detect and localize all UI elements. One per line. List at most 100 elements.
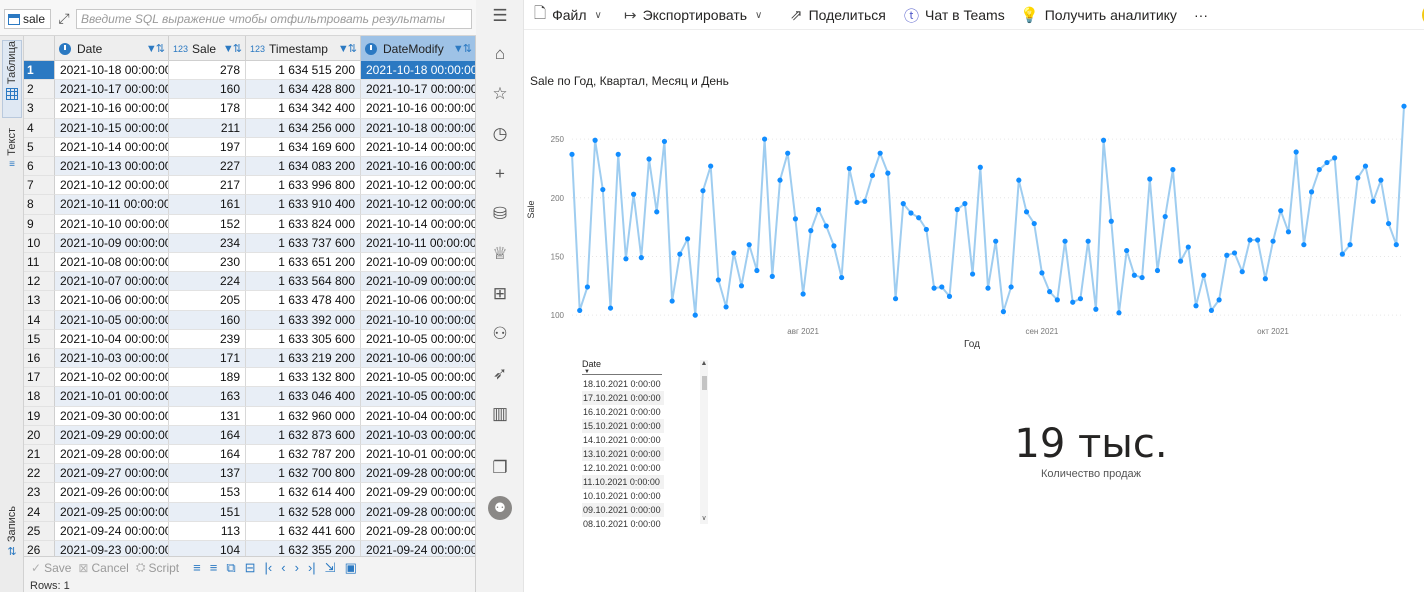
row-number-cell[interactable]: 19 xyxy=(24,406,55,426)
table-cell[interactable]: 1 632 614 400 xyxy=(246,483,361,503)
column-header-timestamp[interactable]: 123 Timestamp ▼⇅ xyxy=(246,36,361,61)
export-menu[interactable]: ↦ Экспортировать ∨ xyxy=(624,0,762,30)
column-header-datemodify[interactable]: DateModify ▼⇅ xyxy=(361,36,475,61)
table-cell[interactable]: 1 633 478 400 xyxy=(246,291,361,311)
data-point[interactable] xyxy=(1162,213,1168,220)
data-point[interactable] xyxy=(1193,303,1199,309)
table-cell[interactable]: 2021-10-12 00:00:00 xyxy=(55,176,169,196)
row-number-header[interactable] xyxy=(24,36,55,61)
data-point[interactable] xyxy=(761,136,768,142)
row-number-cell[interactable]: 13 xyxy=(24,291,55,311)
data-point[interactable] xyxy=(677,251,683,257)
table-cell[interactable]: 2021-09-24 00:00:00 xyxy=(361,541,475,556)
tab-table[interactable]: Таблица xyxy=(2,40,22,118)
table-cell[interactable]: 2021-09-23 00:00:00 xyxy=(55,541,169,556)
data-point[interactable] xyxy=(684,236,691,242)
table-cell[interactable]: 189 xyxy=(169,368,246,388)
datasets-icon[interactable]: ⛁ xyxy=(488,202,512,226)
data-point[interactable] xyxy=(700,188,706,194)
data-point[interactable] xyxy=(1270,238,1276,244)
table-cell[interactable]: 1 632 873 600 xyxy=(246,425,361,445)
table-cell[interactable]: 230 xyxy=(169,253,246,273)
data-point[interactable] xyxy=(1355,175,1361,181)
table-row[interactable]: 11 2021-10-08 00:00:00 230 1 633 651 200 202… xyxy=(24,253,475,273)
data-point[interactable] xyxy=(1054,297,1060,303)
table-cell[interactable]: 2021-10-10 00:00:00 xyxy=(55,214,169,234)
table-cell[interactable]: 1 633 737 600 xyxy=(246,233,361,253)
table-row[interactable]: 26 2021-09-23 00:00:00 104 1 632 355 200 202… xyxy=(24,541,475,556)
data-point[interactable] xyxy=(1201,272,1207,278)
data-point[interactable] xyxy=(1208,307,1215,314)
slicer-item[interactable]: 08.10.2021 0:00:00 xyxy=(582,517,664,531)
table-cell[interactable]: 2021-10-16 00:00:00 xyxy=(55,99,169,119)
filter-sort-icon[interactable]: ▼⇅ xyxy=(146,42,165,55)
data-point[interactable] xyxy=(1139,274,1145,281)
filter-sort-icon[interactable]: ▼⇅ xyxy=(338,42,357,55)
table-cell[interactable]: 234 xyxy=(169,233,246,253)
data-point[interactable] xyxy=(1224,252,1230,258)
table-cell[interactable]: 164 xyxy=(169,425,246,445)
table-cell[interactable]: 131 xyxy=(169,406,246,426)
data-point[interactable] xyxy=(692,312,698,318)
data-point[interactable] xyxy=(1070,299,1076,305)
table-name-chip[interactable]: sale xyxy=(4,9,52,29)
slicer-item[interactable]: 13.10.2021 0:00:00 xyxy=(582,447,664,461)
data-point[interactable] xyxy=(962,201,968,207)
data-point[interactable] xyxy=(923,226,929,233)
row-number-cell[interactable]: 10 xyxy=(24,233,55,253)
table-cell[interactable]: 104 xyxy=(169,541,246,556)
get-insights-button[interactable]: 💡 Получить аналитику xyxy=(1020,0,1177,30)
tab-text[interactable]: Текст ≡ xyxy=(2,128,22,184)
table-cell[interactable]: 2021-09-29 00:00:00 xyxy=(55,425,169,445)
data-point[interactable] xyxy=(862,198,868,204)
table-cell[interactable]: 2021-10-02 00:00:00 xyxy=(55,368,169,388)
table-cell[interactable]: 1 633 392 000 xyxy=(246,310,361,330)
table-cell[interactable]: 2021-10-05 00:00:00 xyxy=(361,368,475,388)
data-point[interactable] xyxy=(1023,209,1030,215)
table-cell[interactable]: 2021-10-01 00:00:00 xyxy=(55,387,169,407)
data-point[interactable] xyxy=(592,137,598,143)
data-point[interactable] xyxy=(916,215,922,221)
share-button[interactable]: ⇗ Поделиться xyxy=(790,0,886,30)
row-number-cell[interactable]: 21 xyxy=(24,445,55,465)
data-point[interactable] xyxy=(1147,176,1153,182)
row-number-cell[interactable]: 16 xyxy=(24,349,55,369)
expand-icon[interactable]: ⤢ xyxy=(56,10,72,26)
table-cell[interactable]: 2021-10-17 00:00:00 xyxy=(55,80,169,100)
table-row[interactable]: 23 2021-09-26 00:00:00 153 1 632 614 400 202… xyxy=(24,483,475,503)
row-number-cell[interactable]: 7 xyxy=(24,176,55,196)
table-cell[interactable]: 2021-10-18 00:00:00 xyxy=(361,118,475,138)
data-point[interactable] xyxy=(1185,244,1191,250)
table-cell[interactable]: 2021-10-15 00:00:00 xyxy=(55,118,169,138)
data-point[interactable] xyxy=(815,206,822,213)
prev-page-icon[interactable]: ‹ xyxy=(281,560,285,575)
edit-row-icon[interactable]: ≡ xyxy=(193,560,201,575)
table-cell[interactable]: 171 xyxy=(169,349,246,369)
row-number-cell[interactable]: 11 xyxy=(24,253,55,273)
table-row[interactable]: 1 2021-10-18 00:00:00 278 1 634 515 200 2021… xyxy=(24,61,475,81)
data-point[interactable] xyxy=(900,201,906,207)
favorites-icon[interactable]: ☆ xyxy=(488,82,512,106)
data-point[interactable] xyxy=(1378,177,1384,183)
table-row[interactable]: 7 2021-10-12 00:00:00 217 1 633 996 800 2021… xyxy=(24,176,475,196)
date-slicer[interactable]: Date ▼ 18.10.2021 0:00:00 17.10.2021 0:00… xyxy=(578,356,708,536)
data-point[interactable] xyxy=(1170,166,1176,173)
row-number-cell[interactable]: 3 xyxy=(24,99,55,119)
first-page-icon[interactable]: |‹ xyxy=(265,560,273,575)
row-number-cell[interactable]: 5 xyxy=(24,137,55,157)
row-number-cell[interactable]: 2 xyxy=(24,80,55,100)
workspaces-icon[interactable]: ❐ xyxy=(488,456,512,480)
data-point[interactable] xyxy=(1255,237,1261,243)
table-cell[interactable]: 2021-10-06 00:00:00 xyxy=(55,291,169,311)
table-cell[interactable]: 278 xyxy=(169,61,246,81)
table-cell[interactable]: 1 632 355 200 xyxy=(246,541,361,556)
table-cell[interactable]: 1 634 169 600 xyxy=(246,137,361,157)
slicer-item[interactable]: 16.10.2021 0:00:00 xyxy=(582,405,664,419)
more-options-button[interactable]: ··· xyxy=(1194,0,1208,30)
row-number-cell[interactable]: 26 xyxy=(24,541,55,556)
data-point[interactable] xyxy=(723,304,729,310)
table-cell[interactable]: 2021-10-06 00:00:00 xyxy=(361,349,475,369)
data-point[interactable] xyxy=(785,150,791,156)
slicer-item[interactable]: 18.10.2021 0:00:00 xyxy=(582,377,664,391)
save-button[interactable]: ✓ Save xyxy=(31,561,71,575)
